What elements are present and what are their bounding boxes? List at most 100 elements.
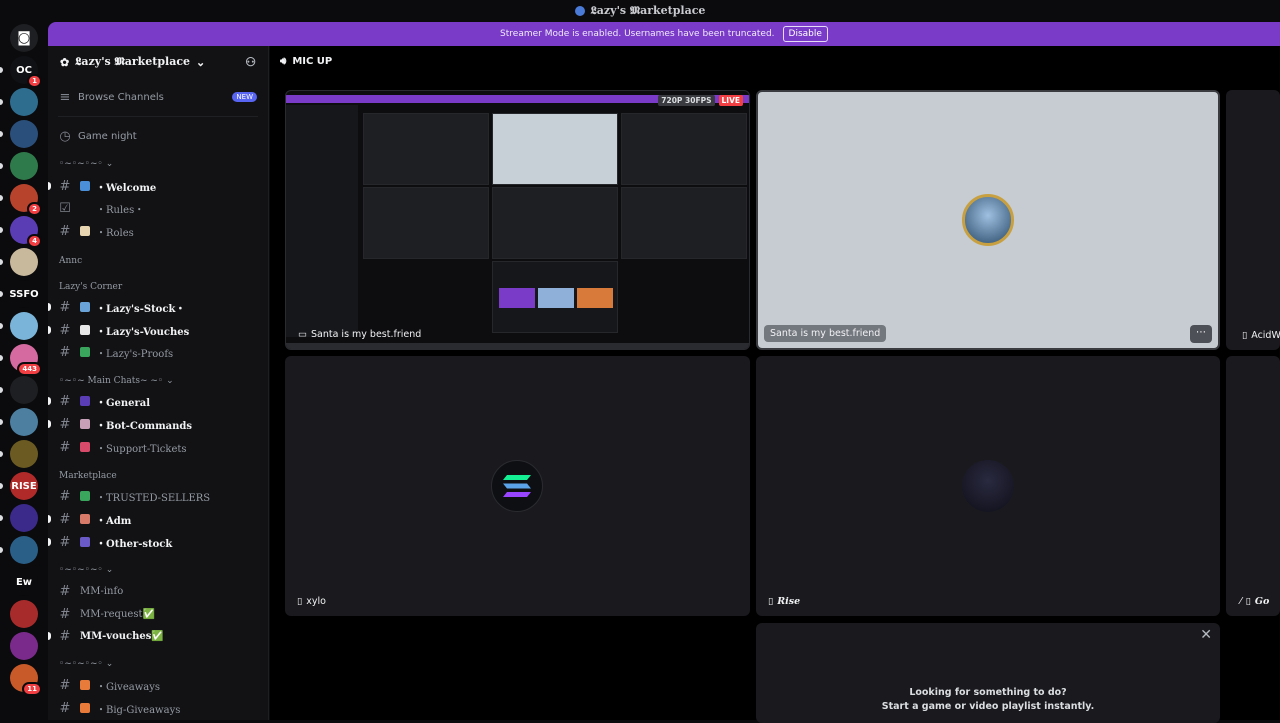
more-options-icon[interactable]: ⋯	[1190, 325, 1212, 343]
channel-mm-vouches[interactable]: # MM-vouches✅	[48, 625, 269, 647]
channel-general[interactable]: # ・General	[48, 390, 269, 412]
video-tile[interactable]: Santa is my best.friend ⋯	[756, 90, 1220, 350]
name-label: Rise	[777, 596, 801, 607]
server-label: SSFO	[9, 288, 39, 300]
disable-button[interactable]: Disable	[782, 26, 828, 42]
unread-pip	[0, 291, 3, 297]
add-user-icon[interactable]: ⚇	[245, 55, 256, 69]
emoji-icon	[80, 442, 90, 452]
category-header[interactable]: ◦~◦~◦~◦ ⌄	[59, 659, 113, 669]
mobile-icon: ▯	[1245, 596, 1251, 607]
video-tile[interactable]: ▯ xylo	[285, 356, 750, 616]
mobile-icon: ▯	[768, 596, 774, 607]
server-icon[interactable]	[10, 600, 38, 628]
emoji-icon	[80, 347, 90, 357]
server-icon[interactable]: SSFO	[9, 280, 39, 308]
server-icon[interactable]	[10, 120, 38, 148]
channel-roles[interactable]: # ・Roles	[48, 220, 269, 242]
browse-channels[interactable]: ≡ Browse Channels NEW	[48, 86, 269, 108]
window-titlebar: 𝕷azy's 𝕸arketplace	[0, 0, 1280, 22]
channel-mm-request[interactable]: # MM-request✅	[48, 603, 269, 625]
category-header[interactable]: Marketplace	[59, 471, 117, 481]
server-icon[interactable]	[10, 440, 38, 468]
hash-icon: #	[59, 534, 71, 550]
server-icon[interactable]	[10, 408, 38, 436]
server-icon[interactable]	[10, 312, 38, 340]
channel-label: ・Rules・	[96, 204, 145, 216]
hash-icon: #	[59, 223, 71, 239]
server-icon[interactable]: Ew	[10, 568, 38, 596]
speaker-icon: 🔊︎	[280, 55, 287, 67]
close-icon[interactable]: ✕	[1200, 627, 1212, 643]
channel-other-stock[interactable]: # ・Other-stock	[48, 531, 269, 553]
server-icon[interactable]: 2	[10, 184, 42, 216]
server-icon[interactable]: 4	[10, 216, 42, 248]
channel-lazys-proofs[interactable]: # ・Lazy's-Proofs	[48, 341, 269, 363]
emoji-icon	[80, 514, 90, 524]
rules-icon: ☑	[59, 200, 71, 216]
channel-label: ・Support-Tickets	[96, 443, 187, 455]
home-icon[interactable]: ◙	[10, 24, 38, 52]
unread-pip	[0, 259, 3, 265]
server-icon[interactable]	[10, 152, 38, 180]
server-icon[interactable]	[10, 632, 38, 660]
category-header[interactable]: ◦~◦~◦~◦ ⌄	[59, 159, 113, 169]
server-header[interactable]: ✿ 𝕷azy's 𝕸arketplace ⌄ ⚇	[48, 46, 268, 78]
server-label: Ew	[15, 576, 33, 588]
server-icon[interactable]: 11	[10, 664, 42, 696]
name-label: Santa is my best.friend	[310, 329, 422, 340]
list-icon: ≡	[59, 89, 71, 105]
server-icon[interactable]	[10, 248, 38, 276]
avatar	[962, 460, 1014, 512]
server-icon[interactable]	[10, 376, 38, 404]
server-icon	[574, 6, 585, 16]
server-icon[interactable]: OC 1	[10, 56, 42, 88]
unread-pip	[0, 355, 3, 361]
category-header[interactable]: Annc	[59, 256, 82, 266]
channel-label: ・Roles	[96, 227, 134, 239]
channel-adm[interactable]: # ・Adm	[48, 508, 269, 530]
category-header[interactable]: ◦~◦~ Main Chats~ ~◦ ⌄	[59, 376, 174, 386]
channel-bot-commands[interactable]: # ・Bot-Commands	[48, 413, 269, 435]
channel-lazys-vouches[interactable]: # ・Lazy's-Vouches	[48, 319, 269, 341]
channel-support-tickets[interactable]: # ・Support-Tickets	[48, 436, 269, 458]
solana-icon	[503, 475, 531, 497]
event-game-night[interactable]: ◷ Game night	[48, 125, 269, 147]
activity-card	[577, 288, 613, 308]
stream-preview-sidebar	[286, 105, 358, 337]
channel-rules[interactable]: ☑ ・Rules・	[48, 197, 269, 219]
channel-giveaways[interactable]: # ・Giveaways	[48, 674, 269, 696]
emoji-icon	[80, 302, 90, 312]
unread-pip	[0, 419, 3, 425]
video-tile[interactable]: ▯ Rise	[756, 356, 1220, 616]
channel-lazys-stock[interactable]: # ・Lazy's-Stock・	[48, 296, 269, 318]
activity-prompt[interactable]: ✕ Looking for something to do? Start a g…	[756, 623, 1220, 723]
channel-big-giveaways[interactable]: # ・Big-Giveaways	[48, 697, 269, 719]
channel-welcome[interactable]: # ・Welcome	[48, 175, 269, 197]
emoji-icon	[80, 491, 90, 501]
unread-pip	[0, 323, 3, 329]
server-icon[interactable]: RISE	[10, 472, 38, 500]
hash-icon: #	[59, 677, 71, 693]
server-icon[interactable]	[10, 536, 38, 564]
unread-pip	[0, 547, 3, 553]
server-icon[interactable]: 443	[10, 344, 42, 376]
channel-label: ・Lazy's-Stock・	[96, 303, 186, 315]
participant-name: ⁄ ▯ Go	[1234, 593, 1275, 610]
video-tile[interactable]: ⁄ ▯ Go	[1226, 356, 1280, 616]
server-icon[interactable]	[10, 88, 38, 116]
stream-tile[interactable]: 720P 30FPS LIVE ▭ Santa is my best.frien…	[285, 90, 750, 350]
screen-icon: ▭	[298, 329, 307, 340]
avatar	[962, 194, 1014, 246]
channel-mm-info[interactable]: # MM-info	[48, 580, 269, 602]
channel-label: ・Lazy's-Vouches	[96, 326, 190, 338]
mention-badge: 4	[27, 234, 42, 248]
stream-preview-thumb	[621, 187, 747, 259]
channel-label: ・Bot-Commands	[96, 420, 193, 432]
category-header[interactable]: Lazy's Corner	[59, 282, 122, 292]
channel-trusted-sellers[interactable]: # ・TRUSTED-SELLERS	[48, 485, 269, 507]
video-tile[interactable]: ▯ AcidW	[1226, 90, 1280, 350]
server-settings-icon: ✿	[60, 55, 70, 69]
server-icon[interactable]	[10, 504, 38, 532]
category-header[interactable]: ◦~◦~◦~◦ ⌄	[59, 565, 113, 575]
